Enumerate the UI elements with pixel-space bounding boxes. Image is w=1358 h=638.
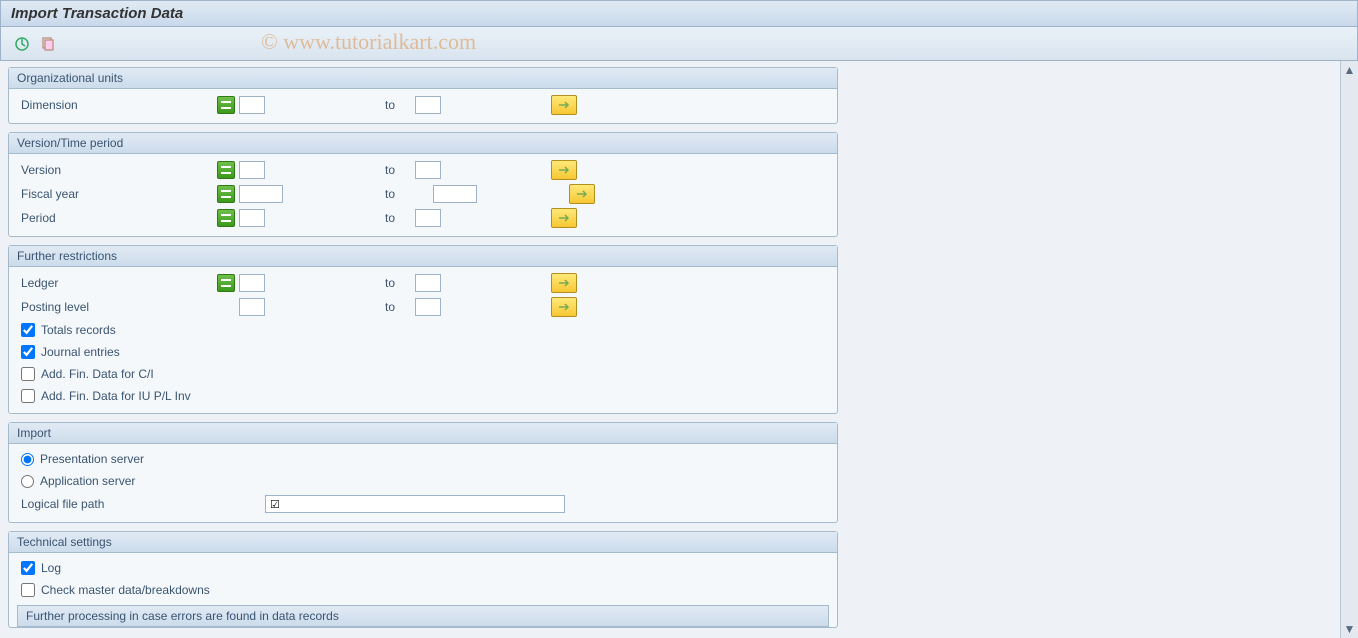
execute-icon[interactable]: [11, 33, 33, 55]
to-label: to: [265, 211, 415, 225]
row-ledger: Ledger to: [17, 271, 829, 295]
select-options-icon[interactable]: [217, 96, 235, 114]
vertical-scrollbar[interactable]: ▲ ▼: [1340, 61, 1358, 638]
presentation-server-radio[interactable]: [21, 453, 34, 466]
to-label: to: [265, 276, 415, 290]
version-to-input[interactable]: [415, 161, 441, 179]
posting-level-from-input[interactable]: [239, 298, 265, 316]
sub-header-further-processing: Further processing in case errors are fo…: [17, 605, 829, 627]
label-add-fin-ci: Add. Fin. Data for C/I: [41, 367, 154, 381]
label-check-master: Check master data/breakdowns: [41, 583, 210, 597]
label-posting-level: Posting level: [17, 300, 217, 314]
row-logical-file-path: Logical file path ☑: [17, 492, 829, 516]
scroll-up-icon[interactable]: ▲: [1343, 63, 1357, 77]
add-fin-ci-checkbox[interactable]: [21, 367, 35, 381]
label-version: Version: [17, 163, 217, 177]
select-options-icon[interactable]: [217, 185, 235, 203]
group-organizational-units: Organizational units Dimension to: [8, 67, 838, 124]
watermark: © www.tutorialkart.com: [261, 29, 476, 55]
label-totals-records: Totals records: [41, 323, 116, 337]
ledger-from-input[interactable]: [239, 274, 265, 292]
row-add-fin-iu: Add. Fin. Data for IU P/L Inv: [17, 385, 829, 407]
scroll-down-icon[interactable]: ▼: [1343, 622, 1357, 636]
application-server-radio[interactable]: [21, 475, 34, 488]
dimension-from-input[interactable]: [239, 96, 265, 114]
add-fin-iu-checkbox[interactable]: [21, 389, 35, 403]
row-version: Version to: [17, 158, 829, 182]
group-header-technical: Technical settings: [9, 532, 837, 553]
row-fiscal-year: Fiscal year to: [17, 182, 829, 206]
row-posting-level: Posting level to: [17, 295, 829, 319]
row-application-server: Application server: [17, 470, 829, 492]
posting-level-to-input[interactable]: [415, 298, 441, 316]
content-area: Organizational units Dimension to Versio…: [0, 61, 1340, 638]
row-presentation-server: Presentation server: [17, 448, 829, 470]
label-fiscal-year: Fiscal year: [17, 187, 217, 201]
row-totals-records: Totals records: [17, 319, 829, 341]
page-title-bar: Import Transaction Data: [0, 0, 1358, 27]
fiscal-year-to-input[interactable]: [433, 185, 477, 203]
group-header-version: Version/Time period: [9, 133, 837, 154]
fiscal-year-from-input[interactable]: [239, 185, 283, 203]
label-application-server: Application server: [40, 474, 135, 488]
multiple-selection-icon[interactable]: [551, 160, 577, 180]
to-label: to: [283, 187, 433, 201]
row-add-fin-ci: Add. Fin. Data for C/I: [17, 363, 829, 385]
toolbar: © www.tutorialkart.com: [0, 27, 1358, 61]
row-journal-entries: Journal entries: [17, 341, 829, 363]
multiple-selection-icon[interactable]: [551, 95, 577, 115]
label-log: Log: [41, 561, 61, 575]
to-label: to: [265, 163, 415, 177]
group-further-restrictions: Further restrictions Ledger to Posting l…: [8, 245, 838, 414]
group-technical-settings: Technical settings Log Check master data…: [8, 531, 838, 628]
ledger-to-input[interactable]: [415, 274, 441, 292]
label-ledger: Ledger: [17, 276, 217, 290]
select-options-icon[interactable]: [217, 274, 235, 292]
group-header-import: Import: [9, 423, 837, 444]
to-label: to: [265, 300, 415, 314]
group-import: Import Presentation server Application s…: [8, 422, 838, 523]
logical-file-path-input[interactable]: ☑: [265, 495, 565, 513]
row-check-master: Check master data/breakdowns: [17, 579, 829, 601]
journal-entries-checkbox[interactable]: [21, 345, 35, 359]
label-journal-entries: Journal entries: [41, 345, 120, 359]
group-header-further: Further restrictions: [9, 246, 837, 267]
row-log: Log: [17, 557, 829, 579]
totals-records-checkbox[interactable]: [21, 323, 35, 337]
label-period: Period: [17, 211, 217, 225]
row-period: Period to: [17, 206, 829, 230]
group-header-org: Organizational units: [9, 68, 837, 89]
multiple-selection-icon[interactable]: [569, 184, 595, 204]
row-dimension: Dimension to: [17, 93, 829, 117]
check-master-checkbox[interactable]: [21, 583, 35, 597]
period-from-input[interactable]: [239, 209, 265, 227]
dimension-to-input[interactable]: [415, 96, 441, 114]
version-from-input[interactable]: [239, 161, 265, 179]
period-to-input[interactable]: [415, 209, 441, 227]
label-presentation-server: Presentation server: [40, 452, 144, 466]
label-logical-file-path: Logical file path: [17, 497, 265, 511]
multiple-selection-icon[interactable]: [551, 297, 577, 317]
group-version-time: Version/Time period Version to Fiscal ye…: [8, 132, 838, 237]
label-dimension: Dimension: [17, 98, 217, 112]
multiple-selection-icon[interactable]: [551, 208, 577, 228]
multiple-selection-icon[interactable]: [551, 273, 577, 293]
log-checkbox[interactable]: [21, 561, 35, 575]
select-options-icon[interactable]: [217, 209, 235, 227]
variant-icon[interactable]: [37, 33, 59, 55]
label-add-fin-iu: Add. Fin. Data for IU P/L Inv: [41, 389, 191, 403]
file-path-value: ☑: [270, 498, 280, 511]
page-title: Import Transaction Data: [11, 5, 183, 22]
to-label: to: [265, 98, 415, 112]
select-options-icon[interactable]: [217, 161, 235, 179]
